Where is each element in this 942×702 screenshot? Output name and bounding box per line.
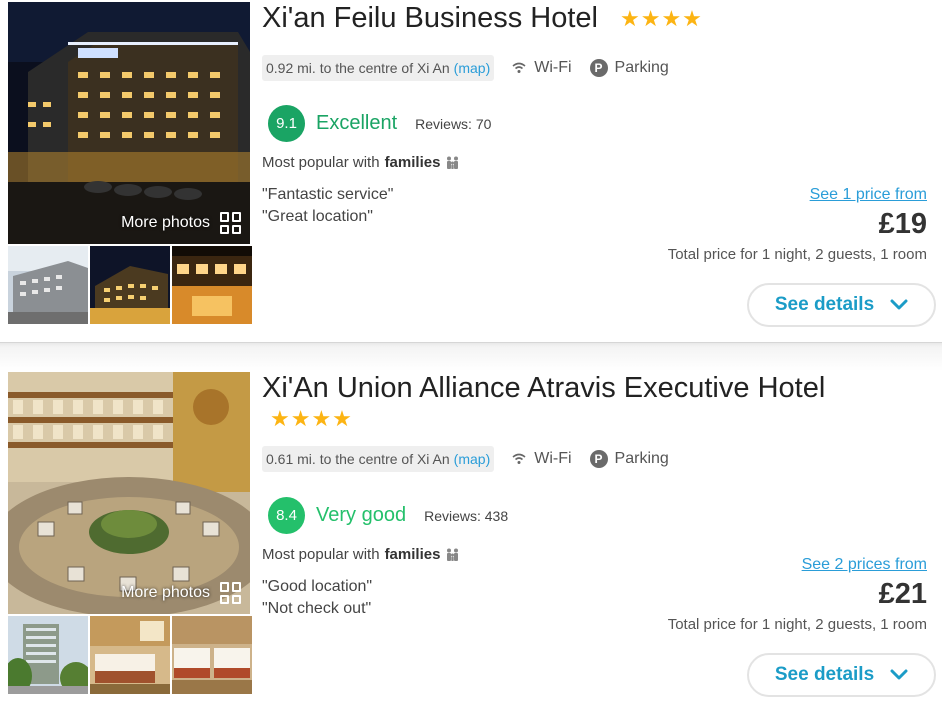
wifi-label: Wi-Fi — [534, 59, 572, 76]
family-icon — [447, 156, 459, 169]
gallery-grid-icon — [220, 212, 242, 234]
rating-word: Very good — [316, 504, 407, 526]
hotel-card: More photos Xi'An Union Alliance Atravis… — [0, 370, 942, 702]
hotel-info-row: 0.92 mi. to the centre of Xi An (map) Wi-… — [262, 55, 669, 81]
see-details-label: See details — [774, 294, 875, 315]
price-value: £19 — [878, 208, 927, 240]
review-quote: "Fantastic service" — [262, 186, 394, 203]
popular-prefix: Most popular with — [262, 546, 380, 563]
popular-group: families — [384, 154, 441, 171]
parking-feature: P Parking — [589, 59, 669, 77]
review-score-badge: 8.4 — [268, 497, 305, 534]
photo-thumbnail[interactable] — [90, 246, 170, 324]
star-rating: ★★★★ — [270, 406, 353, 431]
review-quote: "Not check out" — [262, 600, 372, 617]
distance-badge: 0.92 mi. to the centre of Xi An (map) — [262, 55, 495, 81]
photo-thumbnail[interactable] — [90, 616, 170, 694]
hotel-card: More photos Xi'an Feilu Business Hotel ★… — [0, 0, 942, 342]
chevron-down-icon — [890, 669, 908, 680]
map-link[interactable]: (map) — [454, 451, 491, 467]
price-description: Total price for 1 night, 2 guests, 1 roo… — [667, 616, 927, 633]
review-quote: "Great location" — [262, 208, 373, 225]
rating-row: 9.1 Excellent Reviews: 70 — [268, 105, 491, 142]
review-quote: "Good location" — [262, 578, 373, 595]
hotel-info-row: 0.61 mi. to the centre of Xi An (map) Wi-… — [262, 446, 669, 472]
hotel-main-photo[interactable]: More photos — [8, 372, 250, 614]
wifi-feature: Wi-Fi — [512, 450, 572, 468]
review-quotes: "Fantastic service" "Great location" — [262, 184, 393, 228]
see-details-label: See details — [774, 664, 875, 685]
see-details-button[interactable]: See details — [747, 283, 936, 327]
rating-word: Excellent — [316, 112, 398, 134]
more-photos-button[interactable]: More photos — [121, 212, 242, 234]
price-value: £21 — [878, 578, 927, 610]
photo-thumbnails — [8, 616, 252, 694]
hotel-name-link[interactable]: Xi'An Union Alliance Atravis Executive H… — [262, 372, 825, 405]
photo-thumbnail[interactable] — [8, 616, 88, 694]
photo-thumbnail[interactable] — [172, 246, 252, 324]
distance-text: 0.61 mi. to the centre of Xi An — [266, 451, 450, 467]
review-count: Reviews: 438 — [424, 507, 509, 524]
review-quotes: "Good location" "Not check out" — [262, 576, 372, 620]
chevron-down-icon — [890, 299, 908, 310]
see-prices-link[interactable]: See 2 prices from — [668, 556, 927, 574]
see-prices-link[interactable]: See 1 price from — [668, 186, 927, 204]
parking-label: Parking — [614, 59, 669, 76]
family-icon — [447, 548, 459, 561]
more-photos-label: More photos — [121, 214, 210, 231]
distance-text: 0.92 mi. to the centre of Xi An — [266, 60, 450, 76]
parking-icon: P — [589, 59, 608, 77]
card-divider — [0, 342, 942, 370]
price-description: Total price for 1 night, 2 guests, 1 roo… — [667, 246, 927, 263]
photo-thumbnails — [8, 246, 252, 324]
wifi-icon — [512, 453, 526, 464]
parking-label: Parking — [614, 450, 669, 467]
star-rating: ★★★★ — [620, 6, 703, 31]
see-details-button[interactable]: See details — [747, 653, 936, 697]
price-box: See 1 price from £19 Total price for 1 n… — [668, 186, 927, 263]
hotel-main-photo[interactable]: More photos — [8, 2, 250, 244]
distance-badge: 0.61 mi. to the centre of Xi An (map) — [262, 446, 495, 472]
photo-thumbnail[interactable] — [172, 616, 252, 694]
price-box: See 2 prices from £21 Total price for 1 … — [668, 556, 927, 633]
rating-row: 8.4 Very good Reviews: 438 — [268, 497, 508, 534]
parking-icon: P — [589, 450, 608, 468]
photo-thumbnail[interactable] — [8, 246, 88, 324]
popular-with: Most popular with families — [262, 546, 461, 563]
popular-prefix: Most popular with — [262, 154, 380, 171]
wifi-label: Wi-Fi — [534, 450, 572, 467]
hotel-name-link[interactable]: Xi'an Feilu Business Hotel — [262, 2, 598, 35]
map-link[interactable]: (map) — [454, 60, 491, 76]
gallery-grid-icon — [220, 582, 242, 604]
review-score-badge: 9.1 — [268, 105, 305, 142]
parking-feature: P Parking — [589, 450, 669, 468]
popular-group: families — [384, 546, 441, 563]
review-count: Reviews: 70 — [415, 115, 492, 132]
wifi-icon — [512, 62, 526, 73]
more-photos-label: More photos — [121, 584, 210, 601]
more-photos-button[interactable]: More photos — [121, 582, 242, 604]
popular-with: Most popular with families — [262, 154, 461, 171]
wifi-feature: Wi-Fi — [512, 59, 572, 77]
